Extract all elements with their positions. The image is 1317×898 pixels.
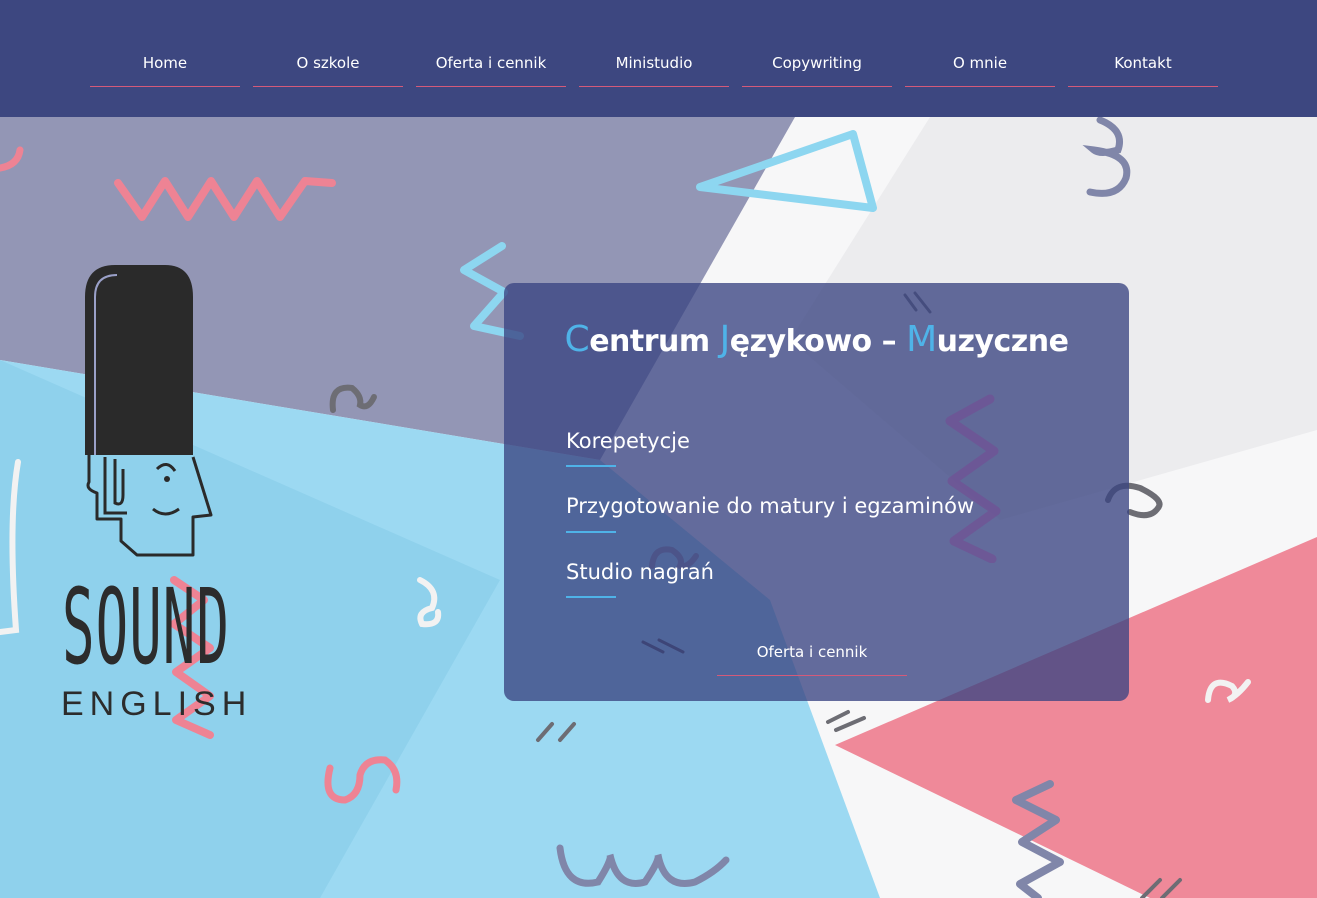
header: Home O szkole Oferta i cennik Ministudio… [0, 0, 1317, 117]
title-initial-c: C [564, 319, 590, 360]
service-underline [566, 596, 616, 598]
card-zigzag-decoration [945, 394, 1001, 563]
nav-oferta-i-cennik[interactable]: Oferta i cennik [416, 48, 566, 87]
hero-section: SOUND ENGLISH Centrum Językowo – Muzyczn… [0, 117, 1317, 898]
logo-guard-icon [85, 265, 213, 557]
page: Home O szkole Oferta i cennik Ministudio… [0, 0, 1317, 898]
service-korepetycje[interactable]: Korepetycje [566, 427, 690, 455]
nav-kontakt[interactable]: Kontakt [1068, 48, 1218, 87]
nav-o-szkole[interactable]: O szkole [253, 48, 403, 87]
title-part-3: uzyczne [936, 324, 1069, 359]
service-underline [566, 531, 616, 533]
nav-home[interactable]: Home [90, 48, 240, 87]
nav-ministudio[interactable]: Ministudio [579, 48, 729, 87]
nav-o-mnie[interactable]: O mnie [905, 48, 1055, 87]
title-part-2: ęzykowo – [729, 324, 907, 359]
logo-sound-text: SOUND [62, 566, 231, 688]
main-nav: Home O szkole Oferta i cennik Ministudio… [90, 48, 1218, 87]
nav-copywriting[interactable]: Copywriting [742, 48, 892, 87]
hero-card: Centrum Językowo – Muzyczne Korepetycje … [504, 283, 1129, 701]
title-part-1: entrum [589, 324, 720, 359]
offer-button[interactable]: Oferta i cennik [717, 636, 907, 676]
title-initial-j: J [719, 319, 731, 360]
service-underline [566, 465, 616, 467]
card-dash-decoration [641, 638, 685, 654]
service-studio[interactable]: Studio nagrań [566, 558, 714, 586]
title-initial-m: M [906, 319, 937, 360]
card-title: Centrum Językowo – Muzyczne [504, 319, 1129, 360]
logo-english-text: ENGLISH [61, 685, 253, 723]
service-matura[interactable]: Przygotowanie do matury i egzaminów [566, 492, 974, 520]
